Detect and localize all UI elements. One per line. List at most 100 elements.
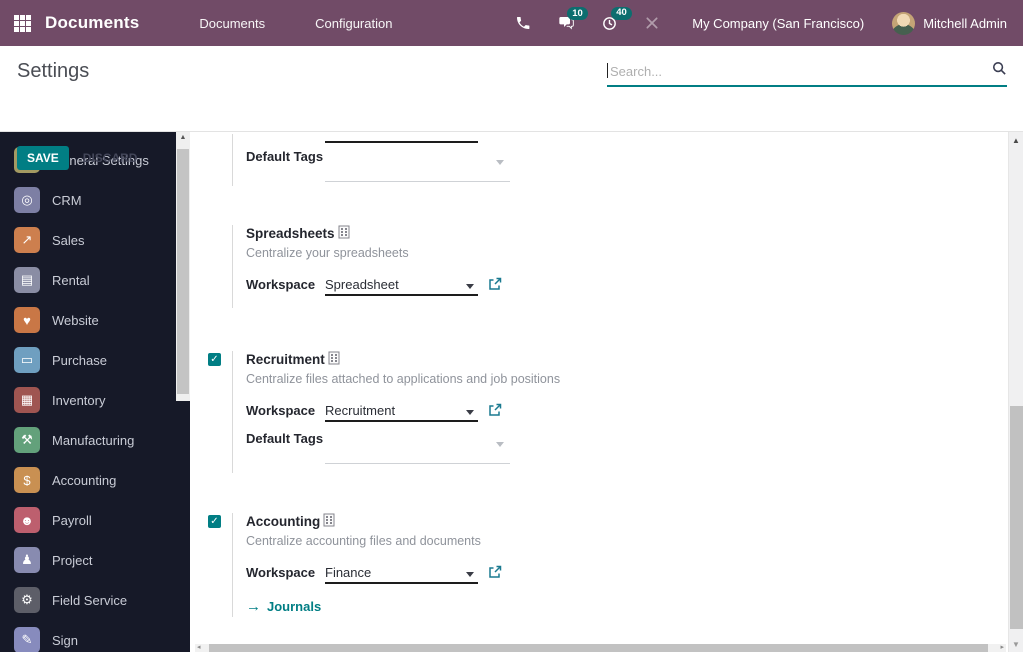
search-icon[interactable] [992, 61, 1007, 81]
save-button[interactable]: SAVE [17, 146, 69, 170]
sidebar-item-payroll[interactable]: ☻ Payroll [0, 500, 176, 540]
scroll-right-arrow-icon[interactable]: ▸ [1000, 644, 1004, 652]
workspace-select-accounting[interactable]: Finance [325, 564, 478, 584]
wrench-icon: ⚒ [14, 427, 40, 453]
debug-tools-icon[interactable] [636, 11, 668, 35]
sidebar-item-label: Manufacturing [52, 433, 134, 448]
puzzle-icon: ♟ [14, 547, 40, 573]
accounting-checkbox[interactable] [208, 515, 221, 528]
scroll-up-arrow-icon[interactable]: ▲ [1009, 136, 1023, 145]
messages-badge: 10 [567, 7, 588, 20]
external-link-icon[interactable] [488, 565, 502, 584]
sidebar-item-label: Sales [52, 233, 85, 248]
vertical-scrollbar-thumb[interactable] [1010, 406, 1023, 629]
company-switcher[interactable]: My Company (San Francisco) [692, 16, 864, 31]
payroll-person-icon: ☻ [14, 507, 40, 533]
user-avatar [892, 12, 915, 35]
default-tags-field[interactable] [325, 148, 510, 182]
enterprise-icon [328, 351, 340, 368]
sidebar-item-label: Field Service [52, 593, 127, 608]
dropdown-caret-icon [496, 160, 504, 165]
external-link-icon[interactable] [488, 403, 502, 422]
setting-box-partial: Default Tags [208, 134, 1008, 186]
navbar-menu: Documents Configuration [189, 2, 402, 45]
sidebar-scrollbar: ▲ [176, 132, 190, 652]
sidebar-scrollbar-track: ▲ [176, 132, 190, 401]
messages-icon[interactable]: 10 [549, 11, 583, 35]
sidebar-item-label: Payroll [52, 513, 92, 528]
sidebar-item-rental[interactable]: ▤ Rental [0, 260, 176, 300]
sidebar-item-label: CRM [52, 193, 82, 208]
enterprise-icon [338, 225, 350, 242]
horizontal-scrollbar: ◂ ▸ [195, 644, 1006, 652]
sidebar-item-label: Purchase [52, 353, 107, 368]
sidebar-item-label: Accounting [52, 473, 116, 488]
sidebar-item-manufacturing[interactable]: ⚒ Manufacturing [0, 420, 176, 460]
sidebar-item-label: Rental [52, 273, 90, 288]
workspace-select-recruitment[interactable]: Recruitment [325, 402, 478, 422]
sidebar-item-inventory[interactable]: ▦Inventory [0, 380, 176, 420]
workspace-select-spreadsheets[interactable]: Spreadsheet [325, 276, 478, 296]
dropdown-caret-icon [466, 410, 474, 415]
sidebar-scrollbar-thumb[interactable] [177, 149, 189, 394]
section-description: Centralize your spreadsheets [246, 246, 502, 260]
arrow-right-icon: → [246, 598, 261, 615]
dropdown-caret-icon [466, 284, 474, 289]
activities-badge: 40 [611, 7, 632, 20]
recruitment-checkbox[interactable] [208, 353, 221, 366]
activities-clock-icon[interactable]: 40 [593, 11, 626, 36]
setting-box-spreadsheets: Spreadsheets Centralize your spreadsheet… [208, 225, 1008, 308]
sidebar-item-sign[interactable]: ✎Sign [0, 620, 176, 652]
vertical-scrollbar: ▲ ▼ [1008, 132, 1023, 652]
settings-sidebar: ⚙General Settings◎CRM↗Sales▤Rental♥Websi… [0, 132, 176, 652]
dropdown-caret-icon [466, 572, 474, 577]
workspace-label: Workspace [246, 564, 325, 584]
field-service-icon: ⚙ [14, 587, 40, 613]
sidebar-item-field-service[interactable]: ⚙ Field Service [0, 580, 176, 620]
sidebar-item-purchase[interactable]: ▭Purchase [0, 340, 176, 380]
dropdown-caret-icon [496, 442, 504, 447]
invoice-icon: $ [14, 467, 40, 493]
phone-icon[interactable] [507, 11, 539, 35]
sidebar-item-crm[interactable]: ◎ CRM [0, 180, 176, 220]
section-title: Spreadsheets [246, 226, 335, 241]
top-navbar: Documents Documents Configuration 10 40 … [0, 0, 1023, 46]
sidebar-item-accounting[interactable]: $ Accounting [0, 460, 176, 500]
settings-content: Default Tags Spreadsheets Centraliz [190, 132, 1008, 652]
workspace-label: Workspace [246, 402, 325, 422]
sidebar-item-website[interactable]: ♥Website [0, 300, 176, 340]
discard-button[interactable]: DISCARD [83, 151, 138, 165]
handshake-icon: ◎ [14, 187, 40, 213]
apps-grid-icon[interactable] [14, 15, 31, 32]
menu-documents[interactable]: Documents [189, 2, 275, 45]
scroll-left-arrow-icon[interactable]: ◂ [197, 644, 201, 652]
sales-chart-icon: ↗ [14, 227, 40, 253]
section-description: Centralize files attached to application… [246, 372, 560, 386]
default-tags-field[interactable] [325, 430, 510, 464]
scroll-down-arrow-icon[interactable]: ▼ [1009, 640, 1023, 649]
default-tags-label: Default Tags [246, 430, 325, 464]
setting-box-recruitment: Recruitment Centralize files attached to… [208, 351, 1008, 473]
sidebar-item-label: Website [52, 313, 99, 328]
setting-box-accounting: Accounting Centralize accounting files a… [208, 513, 1008, 617]
sign-pen-icon: ✎ [14, 627, 40, 652]
user-name: Mitchell Admin [923, 16, 1007, 31]
workspace-field-partial[interactable] [325, 134, 478, 143]
sidebar-item-project[interactable]: ♟Project [0, 540, 176, 580]
settings-header: Settings SAVE DISCARD [0, 46, 1023, 131]
horizontal-scrollbar-thumb[interactable] [209, 644, 988, 652]
sidebar-item-sales[interactable]: ↗ Sales [0, 220, 176, 260]
search-input[interactable] [608, 58, 992, 83]
sidebar-item-label: Inventory [52, 393, 105, 408]
page-title: Settings [17, 60, 89, 83]
journals-link[interactable]: → Journals [246, 598, 502, 615]
search-bar [607, 58, 1007, 87]
external-link-icon[interactable] [488, 277, 502, 296]
rental-calendar-icon: ▤ [14, 267, 40, 293]
section-title: Accounting [246, 514, 320, 529]
section-description: Centralize accounting files and document… [246, 534, 502, 548]
menu-configuration[interactable]: Configuration [305, 2, 402, 45]
section-title: Recruitment [246, 352, 325, 367]
scroll-up-arrow-icon[interactable]: ▲ [176, 134, 190, 141]
user-menu[interactable]: Mitchell Admin [892, 12, 1007, 35]
